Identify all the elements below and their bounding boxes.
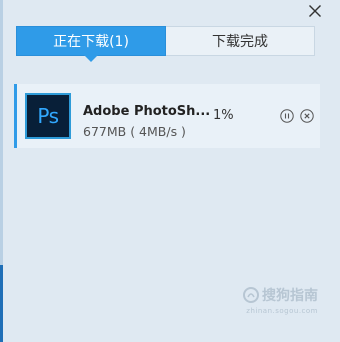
cancel-download-button[interactable] (300, 109, 314, 123)
window-edge-accent (0, 265, 3, 342)
close-button[interactable] (304, 0, 326, 22)
pause-icon (280, 109, 294, 123)
download-item[interactable]: Ps Adobe PhotoSh... 677MB ( 4MB/s ) 1% (14, 84, 320, 148)
pause-button[interactable] (280, 109, 294, 123)
watermark-url: zhinan.sogou.com (246, 307, 318, 315)
close-icon (309, 5, 321, 17)
download-progress: 1% (213, 108, 234, 123)
file-name: Adobe PhotoSh... (83, 104, 211, 119)
sogou-logo-icon (243, 287, 259, 303)
tab-downloading-label: 正在下载(1) (53, 34, 129, 50)
watermark-main: 搜狗指南 (243, 285, 318, 305)
window-edge (0, 0, 3, 342)
watermark: 搜狗指南 zhinan.sogou.com (243, 285, 318, 315)
photoshop-icon-text: Ps (37, 104, 59, 128)
cancel-icon (300, 109, 314, 123)
tab-completed[interactable]: 下载完成 (166, 26, 315, 56)
tab-completed-label: 下载完成 (212, 34, 268, 50)
file-size-speed: 677MB ( 4MB/s ) (83, 124, 186, 139)
download-panel: 正在下载(1) 下载完成 Ps Adobe PhotoSh... 677MB (… (0, 0, 340, 342)
watermark-text: 搜狗指南 (262, 288, 318, 304)
photoshop-icon: Ps (25, 93, 71, 139)
download-tabs: 正在下载(1) 下载完成 (16, 26, 315, 62)
tab-downloading[interactable]: 正在下载(1) (16, 26, 166, 62)
